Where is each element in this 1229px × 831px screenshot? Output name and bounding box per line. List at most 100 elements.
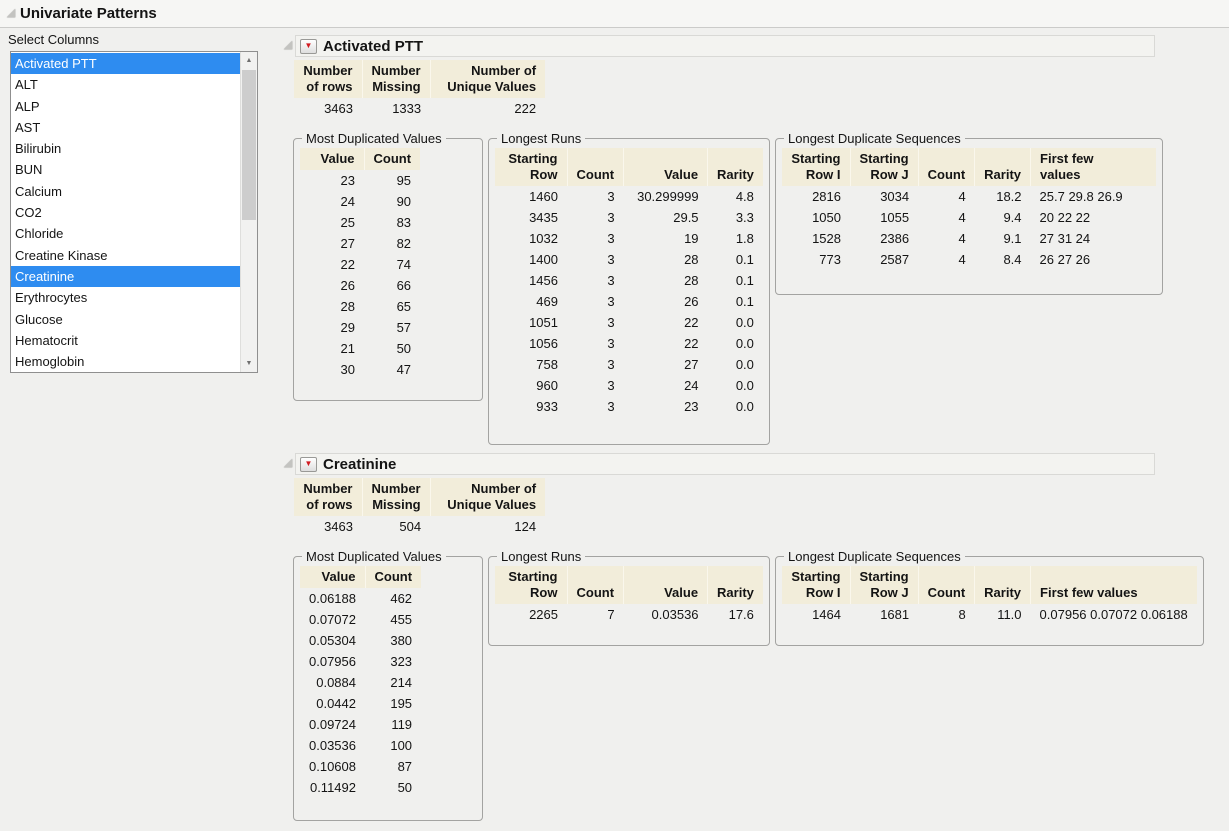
table-row[interactable]: 7583270.0 (495, 354, 763, 375)
scroll-down-icon[interactable]: ▼ (241, 355, 257, 372)
box-title: Longest Runs (497, 549, 585, 564)
univariate-patterns-window: ◢ Univariate Patterns Select Columns Act… (0, 0, 1229, 831)
table-row[interactable]: 3047 (300, 359, 420, 380)
red-triangle-icon: ▼ (305, 460, 313, 468)
summary-table: Number of rows Number Missing Number of … (294, 478, 545, 537)
table-row[interactable]: 0.1060887 (300, 756, 421, 777)
summary-table: Number of rows Number Missing Number of … (294, 60, 545, 119)
column-header: Rarity (975, 148, 1031, 186)
column-list-item[interactable]: ALP (11, 96, 240, 117)
disclosure-triangle-icon[interactable]: ◢ (4, 8, 18, 19)
table-row[interactable]: 10563220.0 (495, 333, 763, 354)
column-header: Number of Unique Values (430, 60, 545, 98)
table-row[interactable]: 3463 504 124 (294, 516, 545, 537)
column-list: Activated PTTALTALPASTBilirubinBUNCalciu… (11, 52, 240, 372)
column-header: First few values (1031, 148, 1156, 186)
most-duplicated-table: Value Count 2395249025832782227426662865… (300, 148, 420, 380)
column-header: Starting Row J (850, 148, 918, 186)
table-row[interactable]: 1460330.2999994.8 (495, 186, 763, 207)
table-row[interactable]: 0.06188462 (300, 588, 421, 609)
table-row[interactable]: 0.07956323 (300, 651, 421, 672)
listbox-scrollbar[interactable]: ▲ ▼ (240, 52, 257, 372)
select-columns-label: Select Columns (8, 32, 99, 47)
table-row[interactable]: 773258748.426 27 26 (782, 249, 1156, 270)
table-row[interactable]: 0.05304380 (300, 630, 421, 651)
table-row[interactable]: 2150 (300, 338, 420, 359)
column-header: Value (624, 566, 708, 604)
column-header: Count (364, 148, 420, 170)
column-list-item[interactable]: Erythrocytes (11, 287, 240, 308)
table-row[interactable]: 4693260.1 (495, 291, 763, 312)
column-list-item[interactable]: Hemoglobin (11, 351, 240, 372)
table-row[interactable]: 0.09724119 (300, 714, 421, 735)
column-list-item[interactable]: CO2 (11, 202, 240, 223)
table-row[interactable]: 0.03536100 (300, 735, 421, 756)
table-row[interactable]: 0.0884214 (300, 672, 421, 693)
column-list-item[interactable]: ALT (11, 74, 240, 95)
longest-runs-box: Longest Runs Starting Row Count Value Ra… (488, 131, 770, 445)
column-list-item[interactable]: Glucose (11, 309, 240, 330)
table-row[interactable]: 2957 (300, 317, 420, 338)
table-row[interactable]: 2583 (300, 212, 420, 233)
table-row[interactable]: 226570.0353617.6 (495, 604, 763, 625)
table-row[interactable]: 2666 (300, 275, 420, 296)
most-duplicated-values-box: Most Duplicated Values Value Count 0.061… (293, 549, 483, 821)
table-row[interactable]: 28163034418.225.7 29.8 26.9 (782, 186, 1156, 207)
column-list-item[interactable]: Creatinine (11, 266, 240, 287)
table-row[interactable]: 10513220.0 (495, 312, 763, 333)
panel-header-activated-ptt: ▼ Activated PTT (295, 35, 1155, 57)
column-list-item[interactable]: Calcium (11, 181, 240, 202)
column-list-item[interactable]: AST (11, 117, 240, 138)
red-triangle-menu-button[interactable]: ▼ (300, 39, 317, 54)
scrollbar-thumb[interactable] (242, 70, 256, 220)
column-header: Starting Row J (850, 566, 918, 604)
column-header: Starting Row (495, 148, 567, 186)
column-list-item[interactable]: Activated PTT (11, 53, 240, 74)
table-row[interactable]: 14641681811.00.07956 0.07072 0.06188 (782, 604, 1197, 625)
table-row[interactable]: 2395 (300, 170, 420, 191)
longest-runs-table: Starting Row Count Value Rarity 226570.0… (495, 566, 763, 625)
column-header: Number Missing (362, 60, 430, 98)
table-row[interactable]: 3435329.53.3 (495, 207, 763, 228)
column-list-item[interactable]: Creatine Kinase (11, 245, 240, 266)
table-row[interactable]: 2274 (300, 254, 420, 275)
table-row[interactable]: 2490 (300, 191, 420, 212)
table-row[interactable]: 9333230.0 (495, 396, 763, 417)
most-duplicated-values-box: Most Duplicated Values Value Count 23952… (293, 131, 483, 401)
table-row[interactable]: 0.0442195 (300, 693, 421, 714)
column-header: Value (624, 148, 708, 186)
table-row[interactable]: 2865 (300, 296, 420, 317)
longest-duplicate-sequences-box: Longest Duplicate Sequences Starting Row… (775, 131, 1163, 295)
table-row[interactable]: 3463 1333 222 (294, 98, 545, 119)
longest-duplicate-sequences-table: Starting Row I Starting Row J Count Rari… (782, 148, 1156, 270)
table-row[interactable]: 9603240.0 (495, 375, 763, 396)
table-row[interactable]: 10323191.8 (495, 228, 763, 249)
column-list-item[interactable]: Bilirubin (11, 138, 240, 159)
select-columns-listbox: Activated PTTALTALPASTBilirubinBUNCalciu… (10, 51, 258, 373)
disclosure-triangle-icon[interactable]: ◢ (281, 458, 295, 469)
column-header: Rarity (708, 566, 763, 604)
column-list-item[interactable]: Hematocrit (11, 330, 240, 351)
table-row[interactable]: 1528238649.127 31 24 (782, 228, 1156, 249)
column-header: Value (300, 148, 364, 170)
table-row[interactable]: 1050105549.420 22 22 (782, 207, 1156, 228)
scroll-up-icon[interactable]: ▲ (241, 52, 257, 69)
table-row[interactable]: 14003280.1 (495, 249, 763, 270)
table-row[interactable]: 2782 (300, 233, 420, 254)
column-list-item[interactable]: Chloride (11, 223, 240, 244)
table-row[interactable]: 0.1149250 (300, 777, 421, 798)
column-header: First few values (1031, 566, 1197, 604)
column-list-item[interactable]: BUN (11, 159, 240, 180)
disclosure-triangle-icon[interactable]: ◢ (281, 40, 295, 51)
longest-duplicate-sequences-box: Longest Duplicate Sequences Starting Row… (775, 549, 1204, 646)
box-title: Longest Runs (497, 131, 585, 146)
column-header: Number of rows (294, 60, 362, 98)
column-header: Starting Row (495, 566, 567, 604)
table-row[interactable]: 0.07072455 (300, 609, 421, 630)
red-triangle-menu-button[interactable]: ▼ (300, 457, 317, 472)
column-header: Number Missing (362, 478, 430, 516)
box-title: Longest Duplicate Sequences (784, 549, 965, 564)
column-header: Number of rows (294, 478, 362, 516)
panel-header-creatinine: ▼ Creatinine (295, 453, 1155, 475)
table-row[interactable]: 14563280.1 (495, 270, 763, 291)
